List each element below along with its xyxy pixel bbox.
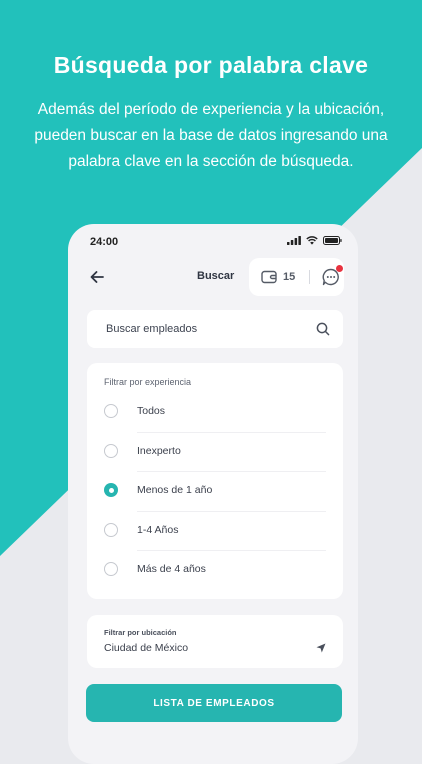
- option-label: Inexperto: [137, 444, 181, 457]
- signal-icon: [287, 236, 301, 245]
- phone-screen: 24:00 Buscar 15 Buscar empleados Filtrar…: [68, 224, 358, 764]
- notification-dot: [336, 265, 344, 272]
- option-label: Menos de 1 año: [137, 484, 213, 496]
- promo-title: Búsqueda por palabra clave: [53, 52, 369, 78]
- page-title: Buscar: [197, 270, 235, 282]
- wallet-icon: [261, 270, 277, 284]
- promo-description: Además del período de experiencia y la u…: [34, 101, 388, 170]
- location-filter[interactable]: Filtrar por ubicación Ciudad de México: [87, 615, 343, 668]
- messages-button[interactable]: [322, 265, 344, 286]
- radio-button[interactable]: [104, 522, 118, 537]
- search-input[interactable]: [87, 310, 307, 348]
- radio-button[interactable]: [104, 562, 118, 576]
- location-value: Ciudad de México: [104, 642, 189, 654]
- option-label: Más de 4 años: [137, 563, 206, 575]
- status-bar: 24:00: [90, 236, 342, 250]
- experience-options: Todos Inexperto Menos de 1 año 1-4 Años: [87, 393, 343, 591]
- wallet-count: 15: [283, 271, 296, 283]
- header: Buscar 15: [68, 258, 358, 296]
- back-button[interactable]: [84, 264, 110, 290]
- experience-option-1-4-anos[interactable]: 1-4 Años: [87, 512, 343, 551]
- experience-filter-label: Filtrar por experiencia: [104, 377, 192, 387]
- experience-option-menos-de-1-ano[interactable]: Menos de 1 año: [87, 472, 343, 512]
- location-filter-label: Filtrar por ubicación: [104, 628, 177, 637]
- experience-filter-card: Filtrar por experiencia Todos Inexperto …: [87, 363, 343, 599]
- radio-button[interactable]: [104, 443, 118, 458]
- divider: [309, 270, 311, 284]
- wifi-icon: [306, 236, 318, 245]
- header-actions: 15: [249, 258, 344, 296]
- arrow-left-icon: [90, 271, 104, 283]
- experience-option-inexperto[interactable]: Inexperto: [87, 433, 343, 472]
- radio-button-selected[interactable]: [104, 483, 118, 497]
- location-arrow-icon[interactable]: [316, 643, 326, 653]
- search-icon[interactable]: [316, 322, 330, 336]
- wallet-button[interactable]: 15: [261, 270, 295, 284]
- experience-option-mas-de-4-anos[interactable]: Más de 4 años: [87, 551, 343, 591]
- radio-button[interactable]: [104, 404, 118, 418]
- battery-icon: [323, 236, 342, 245]
- option-label: Todos: [137, 405, 166, 417]
- option-label: 1-4 Años: [137, 523, 179, 536]
- status-time: 24:00: [90, 236, 119, 248]
- employee-list-button[interactable]: LISTA DE EMPLEADOS: [86, 684, 342, 722]
- search-box: [87, 310, 343, 348]
- experience-option-todos[interactable]: Todos: [87, 393, 343, 433]
